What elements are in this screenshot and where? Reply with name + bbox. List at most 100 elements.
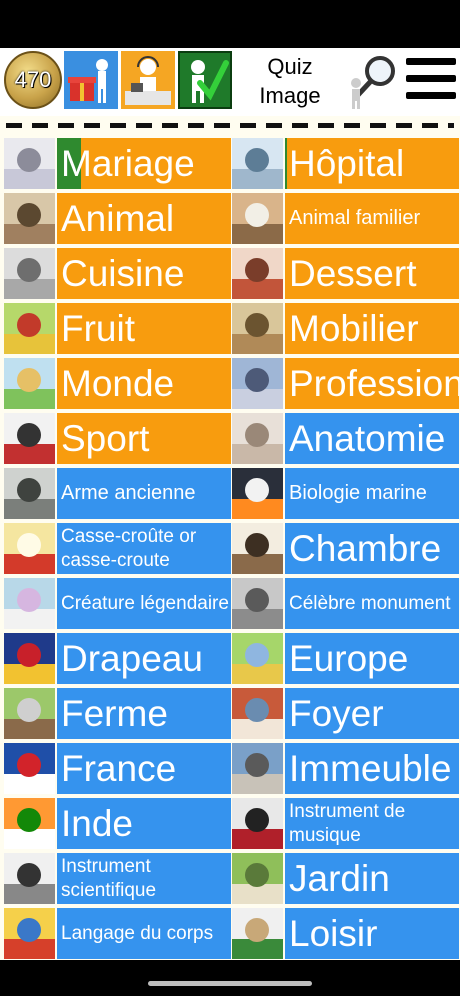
category-tile[interactable]: Arme ancienne <box>4 468 231 519</box>
category-thumbnail <box>232 578 283 629</box>
category-label-box[interactable]: Mariage <box>57 138 231 189</box>
category-tile[interactable]: Foyer <box>232 688 459 739</box>
category-label-box[interactable]: Instrument scientifique <box>57 853 231 904</box>
category-grid: Mariage Hôpital Animal Animal familier Cuisi… <box>0 138 460 960</box>
category-tile[interactable]: Animal <box>4 193 231 244</box>
category-thumbnail <box>232 853 283 904</box>
coin-badge-icon[interactable]: 470 <box>4 51 62 109</box>
category-thumbnail <box>4 193 55 244</box>
category-thumbnail <box>4 358 55 409</box>
category-label-box[interactable]: Inde <box>57 798 231 849</box>
category-label: Langage du corps <box>61 922 214 944</box>
category-label-box[interactable]: Animal <box>57 193 231 244</box>
category-label-box[interactable]: Célèbre monument <box>285 578 459 629</box>
category-label-box[interactable]: Instrument de musique <box>285 798 459 849</box>
category-tile[interactable]: Ferme <box>4 688 231 739</box>
home-indicator[interactable] <box>148 981 312 986</box>
category-tile[interactable]: Mobilier <box>232 303 459 354</box>
category-label: Animal familier <box>289 207 421 229</box>
category-tile[interactable]: Europe <box>232 633 459 684</box>
verify-button[interactable] <box>178 51 232 109</box>
app-title-line1: Quiz <box>267 54 313 79</box>
category-label-box[interactable]: Biologie marine <box>285 468 459 519</box>
category-label-box[interactable]: Profession <box>285 358 459 409</box>
app-header: 470 Quiz Image <box>0 48 460 116</box>
gift-shop-button[interactable] <box>64 51 118 109</box>
category-tile[interactable]: Animal familier <box>232 193 459 244</box>
category-label: Sport <box>61 417 150 459</box>
category-thumbnail <box>4 688 55 739</box>
category-label-box[interactable]: Sport <box>57 413 231 464</box>
category-label-box[interactable]: Langage du corps <box>57 908 231 959</box>
category-tile[interactable]: France <box>4 743 231 794</box>
category-label: Loisir <box>289 912 378 954</box>
category-label-box[interactable]: France <box>57 743 231 794</box>
category-tile[interactable]: Hôpital <box>232 138 459 189</box>
category-tile[interactable]: Jardin <box>232 853 459 904</box>
app-title-line2: Image <box>259 83 321 108</box>
status-bar <box>0 0 460 48</box>
category-tile[interactable]: Fruit <box>4 303 231 354</box>
category-tile[interactable]: Langage du corps <box>4 908 231 959</box>
category-tile[interactable]: Immeuble <box>232 743 459 794</box>
category-thumbnail <box>232 798 283 849</box>
category-label-box[interactable]: Créature légendaire <box>57 578 231 629</box>
bottom-bar <box>0 960 460 996</box>
category-label-box[interactable]: Casse-croûte or casse-croute <box>57 523 231 574</box>
category-label-box[interactable]: Arme ancienne <box>57 468 231 519</box>
category-label-box[interactable]: Ferme <box>57 688 231 739</box>
category-tile[interactable]: Sport <box>4 413 231 464</box>
category-label-box[interactable]: Animal familier <box>285 193 459 244</box>
search-button[interactable] <box>344 53 400 109</box>
category-tile[interactable]: Casse-croûte or casse-croute <box>4 523 231 574</box>
category-tile[interactable]: Drapeau <box>4 633 231 684</box>
category-thumbnail <box>4 853 55 904</box>
category-tile[interactable]: Inde <box>4 798 231 849</box>
category-label: Hôpital <box>289 142 405 184</box>
category-thumbnail <box>4 413 55 464</box>
category-label: Profession <box>289 362 459 404</box>
category-tile[interactable]: Mariage <box>4 138 231 189</box>
category-label-box[interactable]: Anatomie <box>285 413 459 464</box>
category-tile[interactable]: Monde <box>4 358 231 409</box>
category-thumbnail <box>4 743 55 794</box>
menu-bar <box>406 92 456 99</box>
category-label-box[interactable]: Cuisine <box>57 248 231 299</box>
category-label: Instrument scientifique <box>61 855 157 901</box>
category-label-box[interactable]: Europe <box>285 633 459 684</box>
category-label-box[interactable]: Chambre <box>285 523 459 574</box>
category-tile[interactable]: Chambre <box>232 523 459 574</box>
gift-shop-icon <box>68 59 108 103</box>
category-label-box[interactable]: Jardin <box>285 853 459 904</box>
category-label-box[interactable]: Hôpital <box>285 138 459 189</box>
category-tile[interactable]: Profession <box>232 358 459 409</box>
category-thumbnail <box>4 468 55 519</box>
category-tile[interactable]: Célèbre monument <box>232 578 459 629</box>
category-label-box[interactable]: Drapeau <box>57 633 231 684</box>
hamburger-menu-icon[interactable] <box>406 58 456 102</box>
category-tile[interactable]: Loisir <box>232 908 459 959</box>
category-label-box[interactable]: Immeuble <box>285 743 459 794</box>
category-label-box[interactable]: Monde <box>57 358 231 409</box>
divider-line <box>6 123 454 128</box>
category-label: Casse-croûte or casse-croute <box>61 525 197 571</box>
category-label-box[interactable]: Foyer <box>285 688 459 739</box>
category-label: Dessert <box>289 252 417 294</box>
category-tile[interactable]: Dessert <box>232 248 459 299</box>
category-tile[interactable]: Anatomie <box>232 413 459 464</box>
support-button[interactable] <box>121 51 175 109</box>
category-label: Foyer <box>289 692 384 734</box>
category-tile[interactable]: Cuisine <box>4 248 231 299</box>
category-thumbnail <box>232 358 283 409</box>
category-label-box[interactable]: Loisir <box>285 908 459 959</box>
category-thumbnail <box>4 578 55 629</box>
category-tile[interactable]: Biologie marine <box>232 468 459 519</box>
category-label-box[interactable]: Fruit <box>57 303 231 354</box>
category-label: France <box>61 747 177 789</box>
category-label-box[interactable]: Mobilier <box>285 303 459 354</box>
category-label-box[interactable]: Dessert <box>285 248 459 299</box>
category-thumbnail <box>4 303 55 354</box>
category-tile[interactable]: Instrument scientifique <box>4 853 231 904</box>
category-tile[interactable]: Instrument de musique <box>232 798 459 849</box>
category-tile[interactable]: Créature légendaire <box>4 578 231 629</box>
